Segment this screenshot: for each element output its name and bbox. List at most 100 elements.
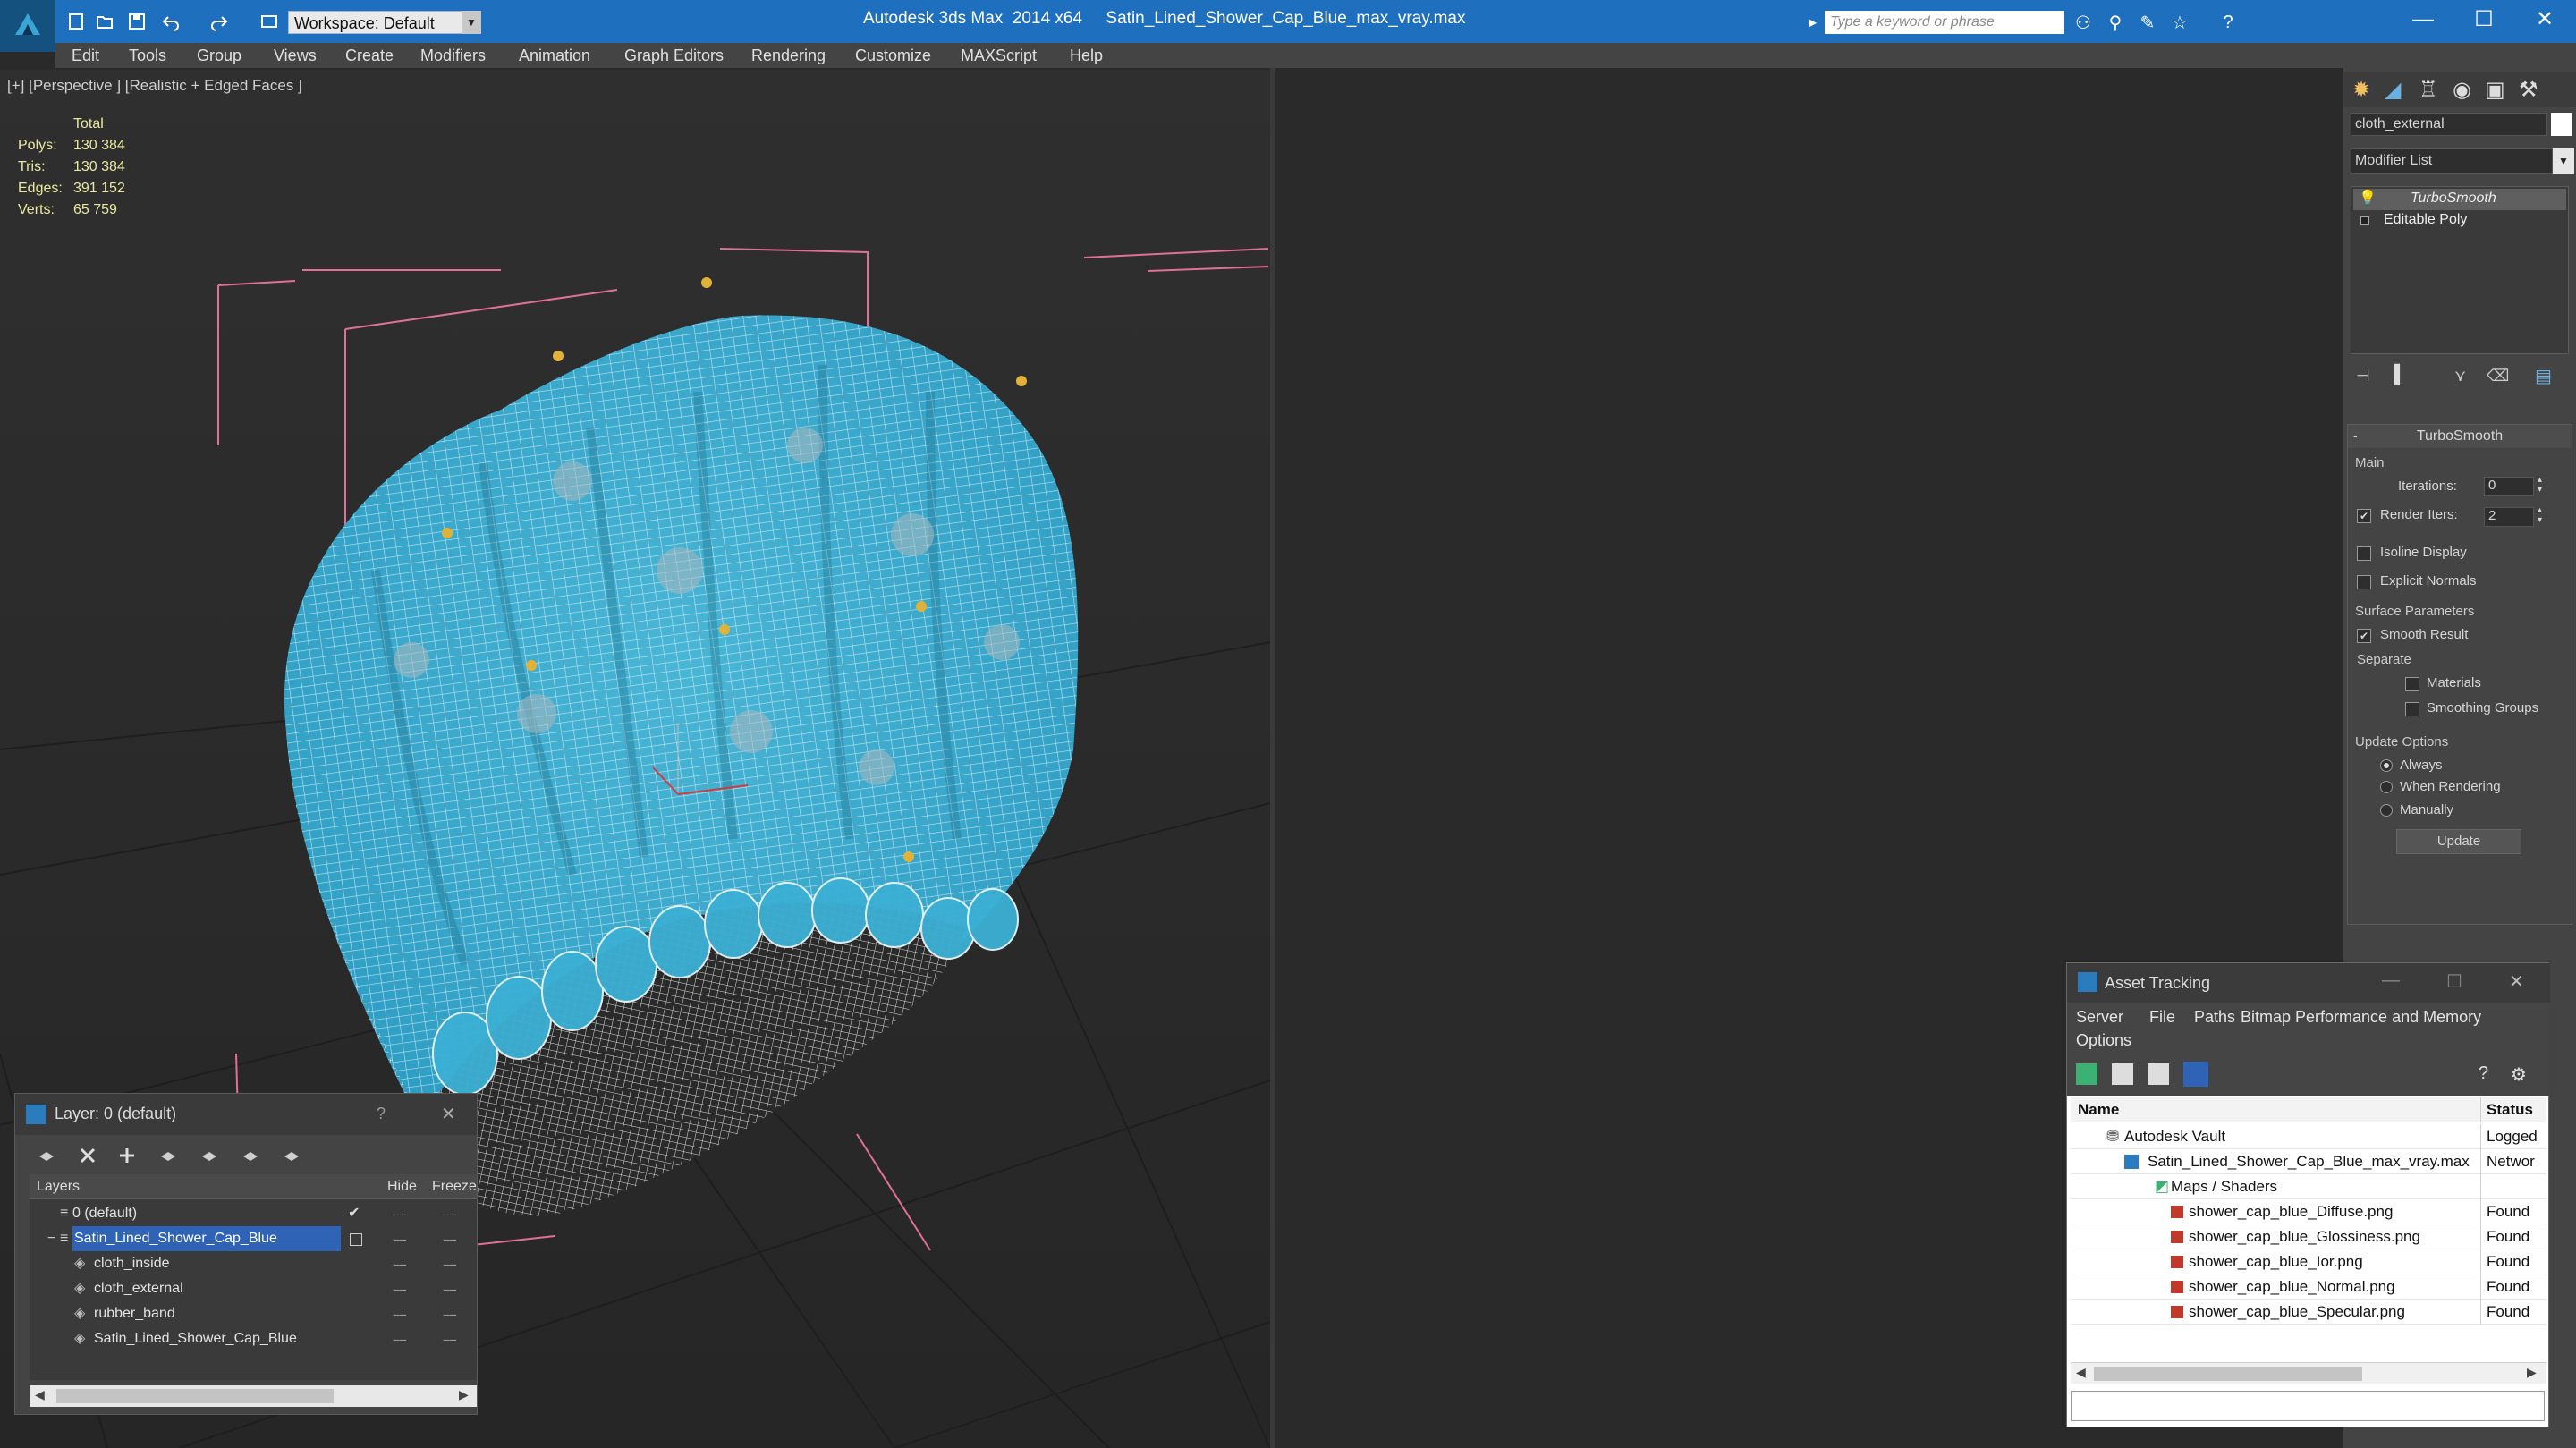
lightbulb-icon[interactable]: 💡	[2359, 189, 2377, 207]
viewport-label[interactable]: [+] [Perspective ] [Realistic + Edged Fa…	[7, 77, 302, 95]
freeze-toggle[interactable]: ----	[443, 1226, 457, 1251]
render-iters-input[interactable]: 2	[2484, 507, 2534, 527]
close-icon[interactable]: ✕	[441, 1103, 456, 1125]
freeze-toggle[interactable]: ----	[443, 1326, 457, 1351]
asset-row[interactable]: shower_cap_blue_Glossiness.png Found	[2071, 1224, 2546, 1249]
save-file-icon[interactable]	[125, 11, 148, 32]
smoothing-groups-checkbox[interactable]	[2405, 702, 2419, 716]
hide-toggle[interactable]: ----	[393, 1301, 407, 1326]
layer-row[interactable]: − ≡ Satin_Lined_Shower_Cap_Blue ---- ---…	[30, 1226, 477, 1251]
redo-icon[interactable]	[208, 11, 231, 32]
menu-customize[interactable]: Customize	[855, 47, 931, 65]
menu-bitmap-performance[interactable]: Bitmap Performance and Memory	[2241, 1008, 2481, 1027]
smooth-result-checkbox[interactable]: ✔	[2357, 629, 2371, 643]
asset-row[interactable]: ◩ Maps / Shaders	[2071, 1174, 2546, 1199]
layer-row[interactable]: ≡ 0 (default) ✔ ---- ----	[30, 1201, 477, 1226]
help-icon[interactable]: ?	[2479, 1063, 2488, 1084]
help-icon[interactable]: ?	[377, 1105, 386, 1123]
maximize-button[interactable]: ☐	[2453, 0, 2515, 39]
stack-item-editable-poly[interactable]: Editable Poly	[2353, 210, 2566, 232]
minimize-button[interactable]: —	[2392, 0, 2454, 39]
configure-modifier-sets-icon[interactable]: ▤	[2535, 365, 2552, 387]
current-layer-box[interactable]	[350, 1233, 362, 1246]
asset-window-titlebar[interactable]: Asset Tracking — ☐ ✕	[2067, 963, 2550, 1003]
menu-views[interactable]: Views	[274, 47, 317, 65]
menu-options[interactable]: Options	[2076, 1031, 2131, 1050]
subscription-icon[interactable]: ⚲	[2102, 11, 2129, 34]
rollout-collapse-icon[interactable]: -	[2353, 428, 2358, 443]
col-name[interactable]: Name	[2078, 1097, 2119, 1122]
help-icon[interactable]: ?	[2215, 11, 2241, 34]
table-view-icon[interactable]	[2183, 1062, 2208, 1087]
display-tab-icon[interactable]: ▣	[2485, 77, 2505, 103]
update-manually-radio[interactable]	[2380, 804, 2393, 817]
asset-path-field[interactable]	[2071, 1391, 2545, 1421]
binoculars-icon[interactable]: ⚇	[2070, 11, 2097, 34]
favorites-star-icon[interactable]: ☆	[2166, 11, 2193, 34]
col-status[interactable]: Status	[2480, 1097, 2546, 1122]
render-iters-checkbox[interactable]: ✔	[2357, 509, 2371, 523]
pin-stack-icon[interactable]: ⊣	[2356, 367, 2370, 385]
asset-row[interactable]: shower_cap_blue_Specular.png Found	[2071, 1300, 2546, 1325]
workspace-select[interactable]: Workspace: Default	[288, 11, 481, 34]
hierarchy-tab-icon[interactable]: ♖	[2419, 77, 2438, 103]
update-button[interactable]: Update	[2396, 829, 2521, 854]
search-input[interactable]: Type a keyword or phrase	[1825, 11, 2064, 34]
asset-horizontal-scrollbar[interactable]: ◀ ▶	[2071, 1362, 2546, 1384]
materials-checkbox[interactable]	[2405, 677, 2419, 691]
new-layer-icon[interactable]	[33, 1142, 60, 1169]
update-always-radio[interactable]	[2380, 759, 2393, 772]
freeze-all-icon[interactable]	[278, 1142, 305, 1169]
hide-toggle[interactable]: ----	[393, 1276, 407, 1301]
list-view-icon[interactable]	[2112, 1063, 2133, 1085]
minimize-button[interactable]: —	[2382, 970, 2400, 991]
hide-toggle[interactable]: ----	[393, 1326, 407, 1351]
col-layers[interactable]: Layers	[37, 1174, 80, 1199]
menu-modifiers[interactable]: Modifiers	[420, 47, 486, 65]
hide-all-icon[interactable]	[237, 1142, 264, 1169]
freeze-toggle[interactable]: ----	[443, 1301, 457, 1326]
delete-layer-icon[interactable]	[74, 1142, 101, 1169]
make-unique-icon[interactable]: ⋎	[2454, 367, 2466, 385]
select-objects-icon[interactable]	[155, 1142, 182, 1169]
create-tab-icon[interactable]: ✹	[2352, 77, 2370, 103]
layer-horizontal-scrollbar[interactable]: ◀ ▶	[30, 1385, 477, 1407]
motion-tab-icon[interactable]: ◉	[2453, 77, 2471, 103]
menu-graph-editors[interactable]: Graph Editors	[624, 47, 724, 65]
remove-modifier-icon[interactable]: ⌫	[2487, 367, 2509, 385]
add-to-layer-icon[interactable]	[114, 1142, 140, 1169]
refresh-icon[interactable]	[2076, 1063, 2097, 1085]
isoline-checkbox[interactable]	[2357, 546, 2371, 561]
scroll-left-icon[interactable]: ◀	[35, 1387, 45, 1402]
asset-row[interactable]: ⛃ Autodesk Vault Logged	[2071, 1124, 2546, 1149]
checkmark-icon[interactable]: ✔	[348, 1201, 360, 1226]
modifier-list-dropdown[interactable]: Modifier List	[2351, 148, 2553, 174]
freeze-toggle[interactable]: ----	[443, 1201, 457, 1226]
settings-icon[interactable]: ⚙	[2511, 1063, 2527, 1086]
stack-item-turbosmooth[interactable]: 💡 TurboSmooth	[2353, 189, 2566, 210]
menu-create[interactable]: Create	[345, 47, 394, 65]
object-color-swatch[interactable]	[2551, 113, 2572, 136]
menu-maxscript[interactable]: MAXScript	[961, 47, 1037, 65]
close-button[interactable]: ✕	[2509, 970, 2524, 993]
freeze-toggle[interactable]: ----	[443, 1251, 457, 1276]
update-when-rendering-radio[interactable]	[2380, 781, 2393, 793]
project-folder-icon[interactable]	[258, 11, 281, 32]
communication-icon[interactable]: ✎	[2134, 11, 2161, 34]
asset-row[interactable]: Satin_Lined_Shower_Cap_Blue_max_vray.max…	[2071, 1149, 2546, 1174]
menu-file[interactable]: File	[2149, 1008, 2175, 1027]
chevron-down-icon[interactable]: ▼	[462, 11, 481, 34]
app-logo-icon[interactable]	[0, 0, 55, 52]
maximize-button[interactable]: ☐	[2446, 970, 2462, 993]
rollout-title[interactable]: TurboSmooth	[2348, 425, 2572, 448]
utilities-tab-icon[interactable]: ⚒	[2519, 77, 2538, 103]
scroll-left-icon[interactable]: ◀	[2076, 1365, 2086, 1380]
render-iters-spinner[interactable]: ▴ ▾	[2538, 505, 2542, 525]
menu-edit[interactable]: Edit	[72, 47, 99, 65]
new-file-icon[interactable]	[64, 11, 88, 32]
menu-tools[interactable]: Tools	[129, 47, 166, 65]
highlight-layer-icon[interactable]	[196, 1142, 223, 1169]
expand-box-icon[interactable]	[2360, 216, 2369, 225]
menu-rendering[interactable]: Rendering	[751, 47, 826, 65]
explicit-normals-checkbox[interactable]	[2357, 575, 2371, 589]
